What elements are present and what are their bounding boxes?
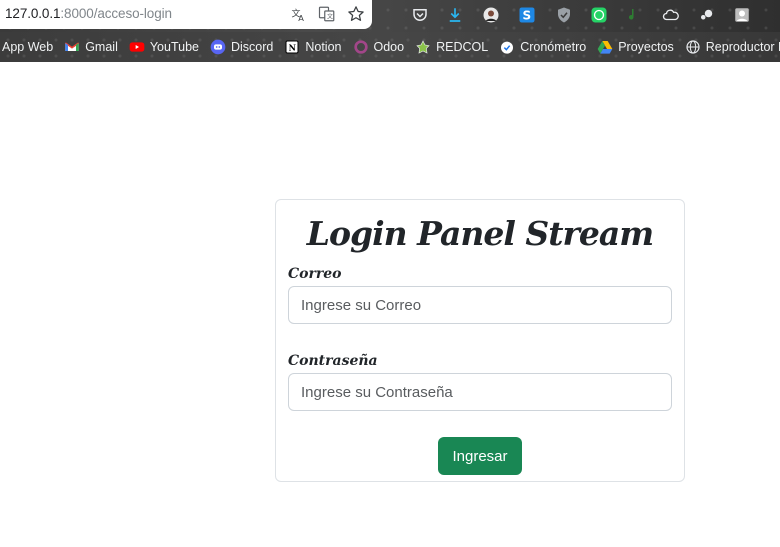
browser-toolbar: 127.0.0.1:8000/acceso-login 文A 文 S: [0, 0, 780, 32]
bookmark-label: Odoo: [373, 40, 405, 54]
youtube-icon: [129, 39, 145, 55]
email-field[interactable]: [288, 286, 672, 324]
translate-icon[interactable]: 文A: [289, 4, 309, 24]
page-title: Login Panel Stream: [306, 214, 654, 253]
globe-icon: [685, 39, 701, 55]
whatsapp-icon[interactable]: [588, 4, 610, 26]
shield-icon[interactable]: [553, 4, 575, 26]
pocket-icon[interactable]: [409, 4, 431, 26]
extension-dots-icon[interactable]: [696, 4, 718, 26]
music-note-icon[interactable]: [624, 4, 646, 26]
bookmark-gmail[interactable]: Gmail: [58, 32, 123, 62]
stopwatch-icon: [499, 39, 515, 55]
bookmark-label: Cronómetro: [520, 40, 587, 54]
drive-icon: [597, 39, 613, 55]
s-extension-icon[interactable]: S: [516, 4, 538, 26]
email-label: Correo: [288, 266, 342, 282]
google-translate-icon[interactable]: 文: [317, 4, 337, 24]
bookmark-app-web[interactable]: App Web: [0, 32, 58, 62]
bookmark-label: YouTube: [149, 40, 199, 54]
bookmark-notion[interactable]: N Notion: [278, 32, 346, 62]
bookmark-cronometro[interactable]: Cronómetro: [493, 32, 591, 62]
bookmark-label: App Web: [2, 40, 54, 54]
url-path: :8000/acceso-login: [60, 6, 172, 21]
password-field[interactable]: [288, 373, 672, 411]
svg-text:S: S: [523, 9, 532, 23]
password-label: Contraseña: [288, 353, 378, 369]
address-bar[interactable]: 127.0.0.1:8000/acceso-login 文A 文: [0, 0, 372, 29]
bookmark-redcol[interactable]: REDCOL: [409, 32, 493, 62]
bookmark-label: Proyectos: [618, 40, 674, 54]
login-card: Login Panel Stream Correo Contraseña Ing…: [275, 199, 685, 482]
bookmarks-bar: App Web Gmail YouTube Discord N Notion O…: [0, 32, 780, 62]
svg-text:A: A: [298, 13, 304, 23]
bookmark-label: Discord: [230, 40, 274, 54]
bookmark-star-icon[interactable]: [346, 4, 366, 24]
svg-text:文: 文: [327, 13, 333, 21]
gmail-icon: [64, 39, 80, 55]
bookmark-label: Gmail: [85, 40, 118, 54]
bookmark-reproductor-mpd[interactable]: Reproductor MPD: [679, 32, 780, 62]
cloud-icon[interactable]: [660, 4, 682, 26]
bookmark-odoo[interactable]: Odoo: [347, 32, 410, 62]
url-text[interactable]: 127.0.0.1:8000/acceso-login: [5, 6, 172, 21]
bookmark-label: Reproductor MPD: [705, 40, 780, 54]
bookmark-youtube[interactable]: YouTube: [123, 32, 204, 62]
bookmark-proyectos[interactable]: Proyectos: [591, 32, 679, 62]
notion-icon: N: [284, 39, 300, 55]
discord-icon: [210, 39, 226, 55]
submit-button[interactable]: Ingresar: [438, 437, 522, 475]
bookmark-label: REDCOL: [436, 40, 489, 54]
profile-avatar-icon[interactable]: [480, 4, 502, 26]
odoo-icon: [353, 39, 369, 55]
user-profile-icon[interactable]: [731, 4, 753, 26]
svg-text:N: N: [289, 42, 296, 52]
bookmark-discord[interactable]: Discord: [204, 32, 278, 62]
redcol-icon: [415, 39, 431, 55]
url-host: 127.0.0.1: [5, 6, 61, 21]
download-icon[interactable]: [444, 4, 466, 26]
bookmark-label: Notion: [305, 40, 342, 54]
